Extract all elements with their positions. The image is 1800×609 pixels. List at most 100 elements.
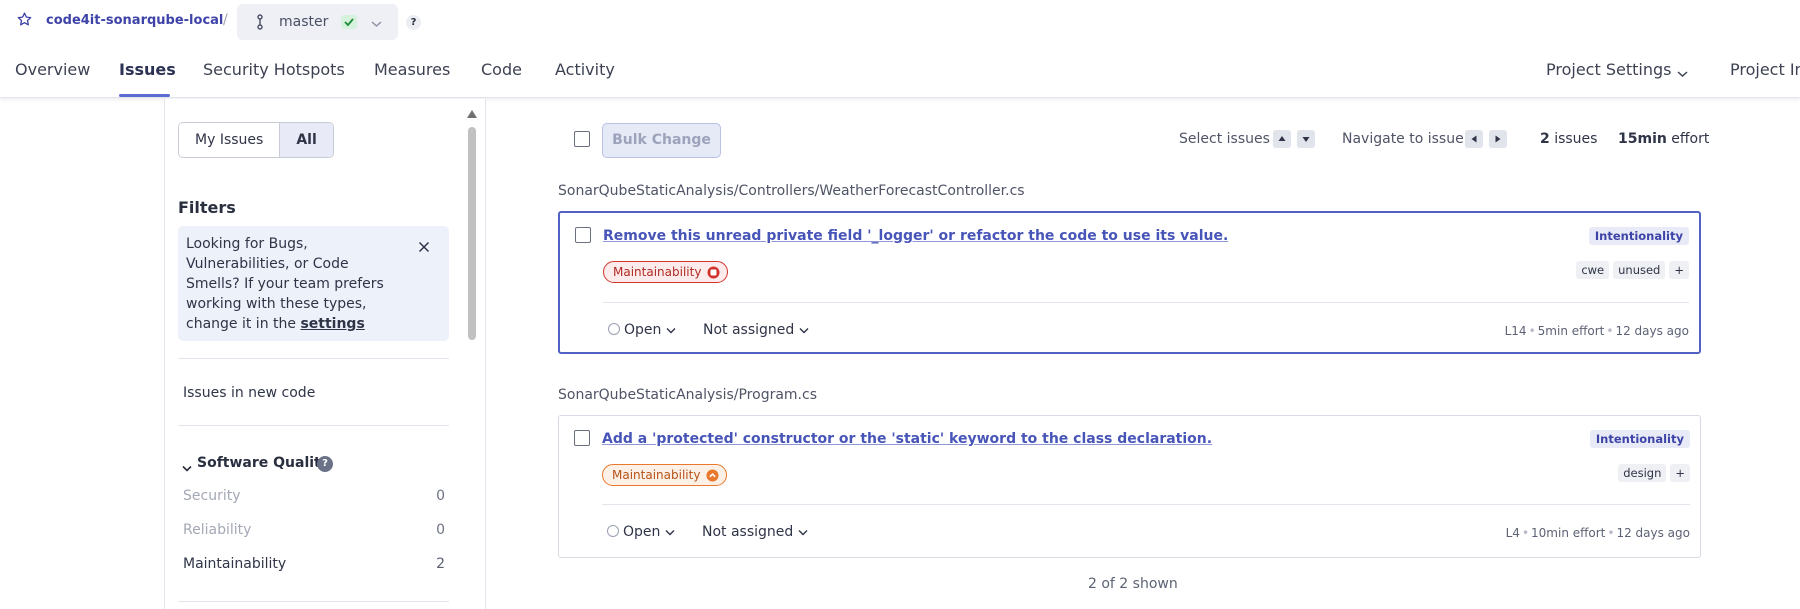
separator-dot: • (1528, 324, 1536, 338)
issue-title-link[interactable]: Remove this unread private field '_logge… (603, 228, 1228, 244)
clean-code-attribute-badge[interactable]: Intentionality (1588, 227, 1689, 245)
tab-issues[interactable]: Issues (119, 60, 176, 79)
divider (602, 504, 1690, 505)
issue-meta: L4 • 10min effort • 12 days ago (1506, 526, 1690, 540)
issue-card[interactable]: Add a 'protected' constructor or the 'st… (558, 415, 1701, 558)
separator-dot: • (1606, 324, 1614, 338)
add-tag-button[interactable]: + (1669, 261, 1689, 279)
tab-code[interactable]: Code (481, 60, 522, 79)
chevron-down-icon (798, 530, 808, 536)
facet-label: Maintainability (183, 556, 287, 572)
results-shown-count: 2 of 2 shown (1088, 576, 1178, 592)
project-name-link[interactable]: code4it-sonarqube-local (46, 13, 223, 28)
tag-unused[interactable]: unused (1613, 261, 1666, 279)
issue-tags: design + (1618, 464, 1690, 482)
high-severity-icon (707, 266, 720, 279)
issue-types-hint: Looking for Bugs, Vulnerabilities, or Co… (178, 226, 449, 341)
tag-cwe[interactable]: cwe (1576, 261, 1610, 279)
bulk-change-button[interactable]: Bulk Change (602, 123, 721, 158)
arrow-up-key-icon (1273, 130, 1291, 148)
issue-title-link[interactable]: Add a 'protected' constructor or the 'st… (602, 431, 1212, 447)
software-quality-badge[interactable]: Maintainability (603, 261, 729, 283)
issues-scope-toggle: My Issues All (178, 122, 334, 158)
issue-card-selected[interactable]: Remove this unread private field '_logge… (558, 211, 1701, 354)
issue-age[interactable]: 12 days ago (1616, 526, 1690, 540)
issues-count: 2 issues (1540, 131, 1597, 147)
filters-heading: Filters (178, 198, 236, 217)
close-icon[interactable] (418, 241, 430, 257)
tab-measures[interactable]: Measures (374, 60, 450, 79)
favorite-star-icon[interactable] (17, 12, 32, 31)
add-tag-button[interactable]: + (1670, 464, 1690, 482)
project-navigation: Overview Issues Security Hotspots Measur… (0, 44, 1800, 98)
divider (178, 601, 449, 602)
total-effort: 15min effort (1618, 131, 1709, 147)
effort-label: effort (1671, 131, 1710, 147)
divider (178, 358, 449, 359)
issue-assignee-dropdown[interactable]: Not assigned (702, 524, 808, 540)
facet-count: 0 (436, 522, 445, 538)
issue-effort: 10min effort (1531, 526, 1606, 540)
sidebar-scrollbar[interactable] (466, 107, 478, 603)
issues-count-value: 2 (1540, 131, 1550, 147)
chevron-down-icon (665, 530, 675, 536)
branch-selector[interactable]: master (237, 4, 398, 40)
tag-design[interactable]: design (1618, 464, 1667, 482)
navigate-to-issue-label: Navigate to issue (1342, 131, 1464, 147)
issue-status-dropdown[interactable]: Open (607, 524, 675, 540)
software-quality-label: Maintainability (612, 468, 701, 482)
issue-line[interactable]: L4 (1506, 526, 1520, 540)
issue-age[interactable]: 12 days ago (1615, 324, 1689, 338)
issue-tags: cwe unused + (1576, 261, 1689, 279)
settings-link[interactable]: settings (300, 316, 364, 332)
software-quality-facet-header[interactable]: Software Quality (183, 455, 330, 471)
clean-code-attribute-badge[interactable]: Intentionality (1589, 430, 1690, 448)
issue-assignee-dropdown[interactable]: Not assigned (703, 322, 809, 338)
branch-name: master (279, 14, 329, 30)
open-status-icon (607, 525, 619, 537)
quality-gate-passed-icon (341, 15, 357, 29)
select-all-checkbox[interactable] (574, 131, 590, 147)
tab-activity[interactable]: Activity (555, 60, 615, 79)
divider (603, 302, 1689, 303)
issue-status-dropdown[interactable]: Open (608, 322, 676, 338)
chevron-down-icon (371, 16, 382, 32)
separator-dot: • (1521, 526, 1530, 540)
status-label: Open (623, 524, 661, 540)
tab-overview[interactable]: Overview (15, 60, 90, 79)
issue-file-path: SonarQubeStaticAnalysis/Program.cs (558, 387, 817, 403)
scrollbar-thumb[interactable] (468, 127, 476, 340)
scroll-up-arrow-icon[interactable] (466, 107, 478, 123)
assignee-label: Not assigned (702, 524, 794, 540)
select-issues-label: Select issues (1179, 131, 1270, 147)
facet-count: 2 (436, 556, 445, 572)
software-quality-badge[interactable]: Maintainability (602, 464, 728, 486)
chevron-down-icon (1677, 66, 1688, 82)
issues-in-new-code-filter[interactable]: Issues in new code (183, 385, 315, 401)
facet-label: Reliability (183, 522, 252, 538)
issue-line[interactable]: L14 (1505, 324, 1527, 338)
facet-count: 0 (436, 488, 445, 504)
issue-meta: L14 • 5min effort • 12 days ago (1505, 324, 1689, 338)
tab-security-hotspots[interactable]: Security Hotspots (203, 60, 345, 79)
issue-checkbox[interactable] (575, 227, 591, 243)
status-label: Open (624, 322, 662, 338)
filters-sidebar: My Issues All Filters Looking for Bugs, … (164, 99, 486, 609)
separator-dot: • (1607, 526, 1615, 540)
chevron-down-icon (799, 328, 809, 334)
facet-label: Security (183, 488, 241, 504)
medium-severity-icon (706, 469, 719, 482)
help-icon[interactable]: ? (406, 15, 421, 30)
divider (178, 425, 449, 426)
chevron-down-icon (666, 328, 676, 334)
project-information-link[interactable]: Project In (1730, 60, 1800, 79)
all-issues-button[interactable]: All (279, 123, 333, 157)
issue-checkbox[interactable] (574, 430, 590, 446)
arrow-left-key-icon (1465, 130, 1483, 148)
issue-file-path: SonarQubeStaticAnalysis/Controllers/Weat… (558, 183, 1025, 199)
help-icon[interactable]: ? (317, 456, 333, 472)
effort-value: 15min (1618, 131, 1667, 147)
my-issues-button[interactable]: My Issues (179, 123, 280, 157)
software-quality-label: Maintainability (613, 265, 702, 279)
project-settings-menu[interactable]: Project Settings (1546, 60, 1671, 79)
